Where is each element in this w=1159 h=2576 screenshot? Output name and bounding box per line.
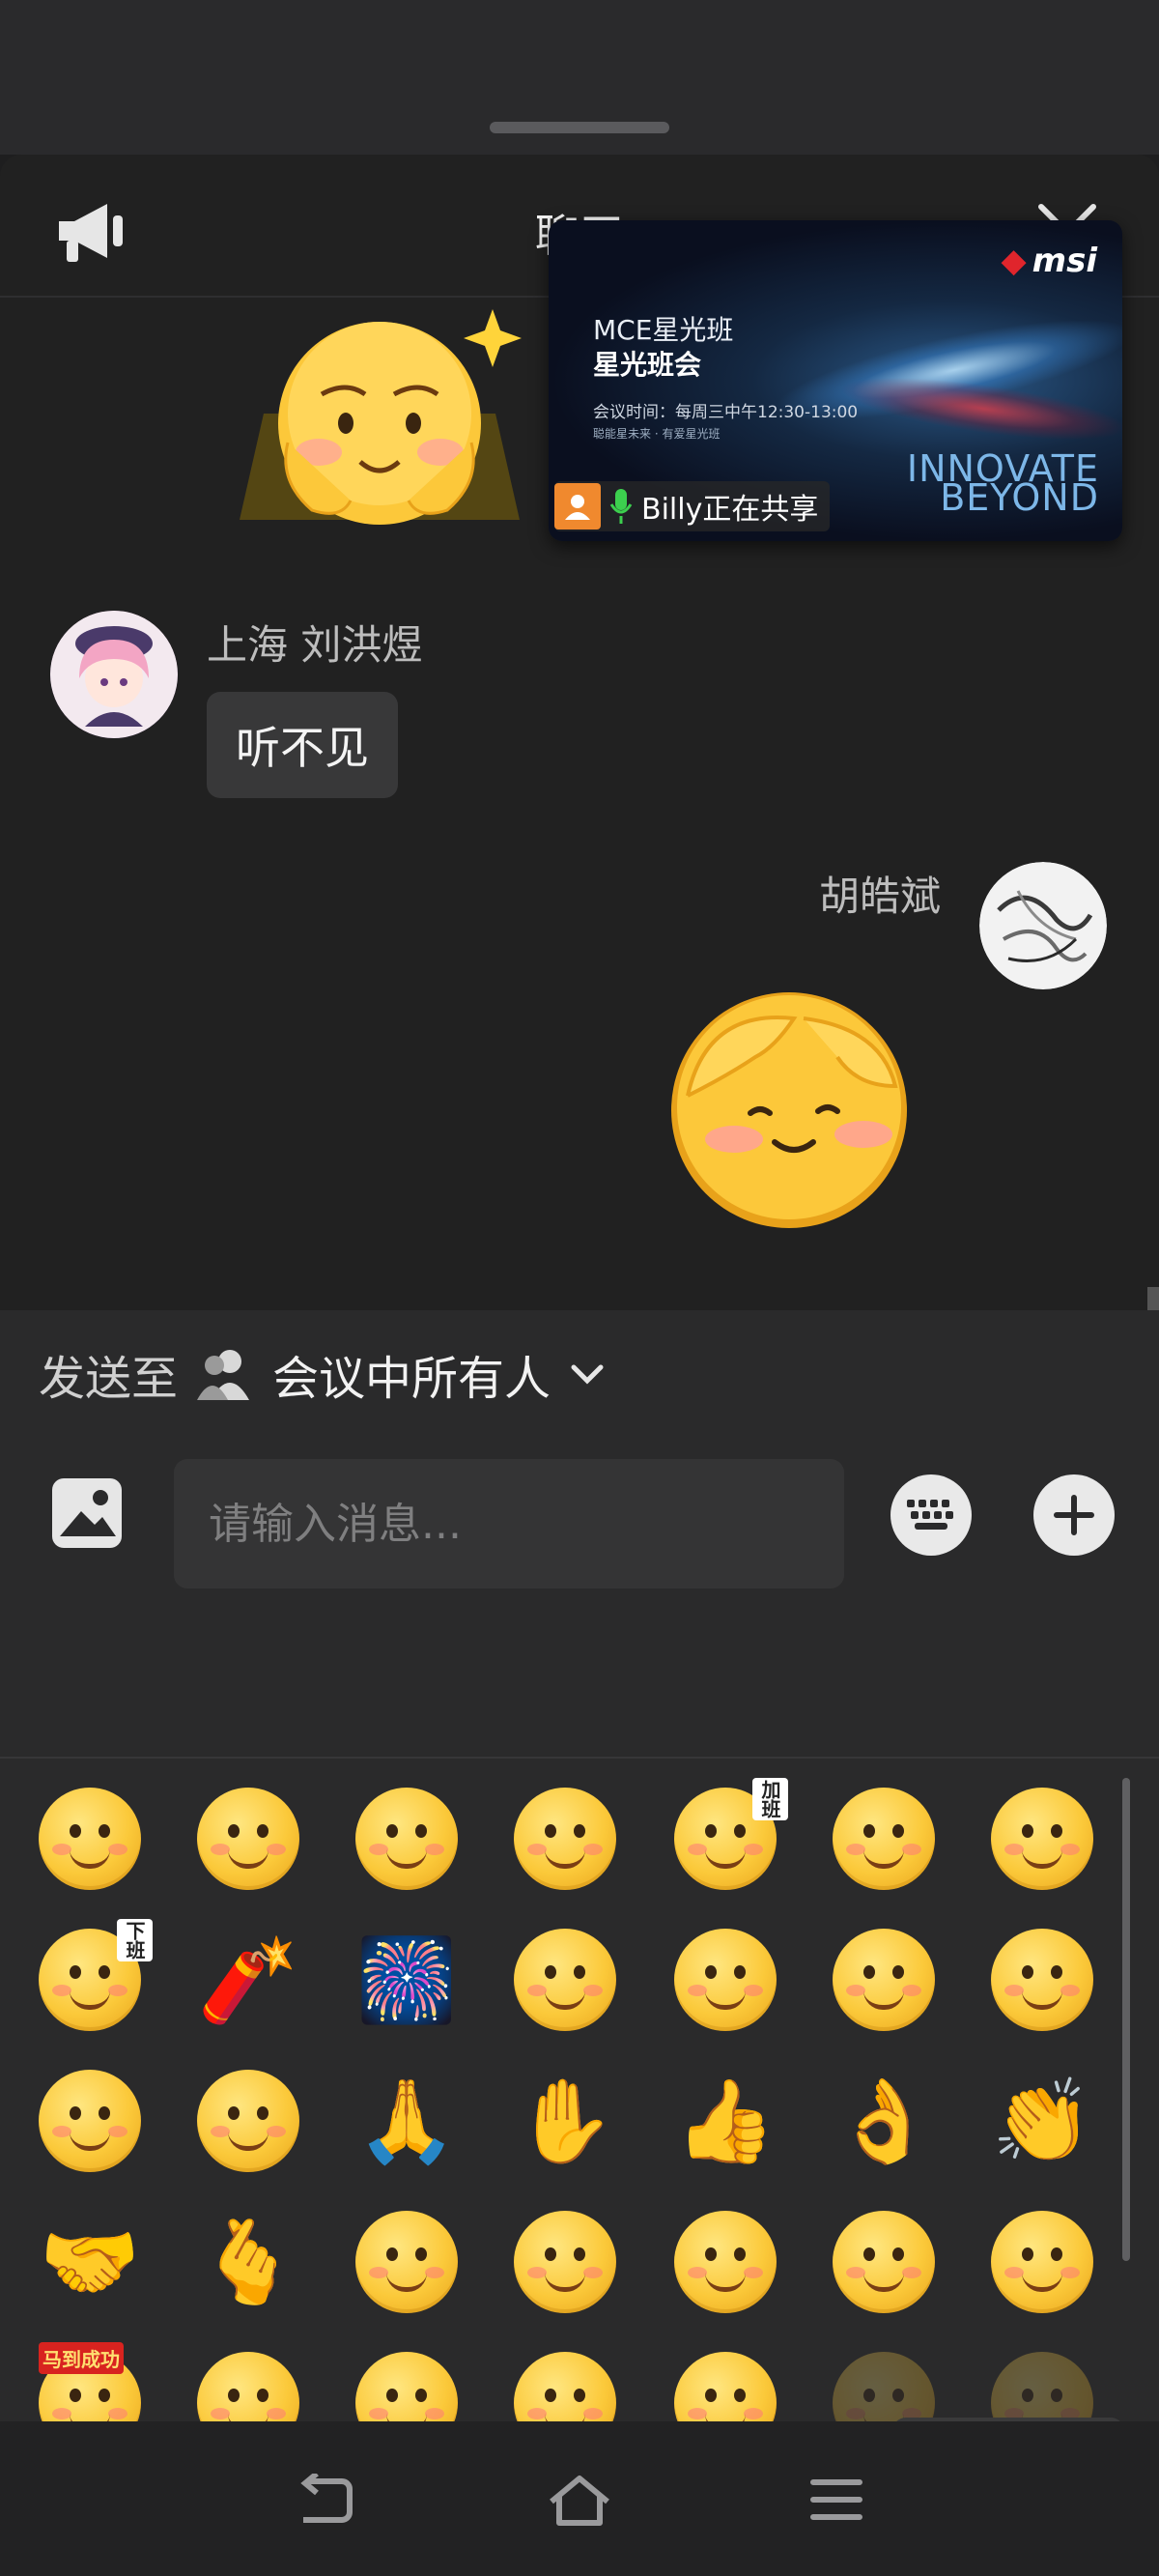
sender-name: 上海 刘洪煜 [207,621,423,669]
emoji-facepalm[interactable] [508,1923,622,2037]
share-line-3: 会议时间：每周三中午12:30-13:00 [593,403,859,422]
emoji-off-work-sign[interactable]: 下班 [33,1919,153,2037]
share-line-2: 星光班会 [593,349,702,381]
emoji-starry-eyes[interactable] [350,2205,464,2319]
message-input[interactable] [174,1459,844,1589]
plus-icon [1054,1495,1094,1535]
keyboard-icon[interactable] [890,1474,972,1556]
emoji-scrollbar[interactable] [1122,1778,1130,2261]
emoji-pleading[interactable] [827,1923,941,2037]
chat-sheet: 聊天 [0,155,1159,2576]
image-picker-icon[interactable] [48,1474,126,1552]
chat-scroll-indicator [1147,1287,1159,1312]
sticker-shy-blush[interactable] [649,980,929,1231]
emoji-overtime-sign[interactable]: 加班 [668,1778,788,1896]
sender-name: 胡皓斌 [819,873,942,920]
home-nav-icon[interactable] [541,2466,618,2533]
emoji-raised-hand[interactable]: ✋ [508,2064,622,2178]
emoji-fortune-god[interactable] [827,2205,941,2319]
emoji-pat-head[interactable] [827,1782,941,1896]
emoji-sign-text: 马到成功 [39,2342,124,2374]
emoji-ok-hand[interactable]: 👌 [827,2064,941,2178]
send-to-selector[interactable]: 发送至 会议中所有人 [39,1345,607,1406]
chevron-down-icon [571,1364,604,1385]
sticker-shy-sparkle [230,298,529,530]
send-to-label: 发送至 [39,1352,179,1406]
emoji-handshake[interactable]: 🤝 [33,2205,147,2319]
emoji-thumbs-up[interactable]: 👍 [668,2064,782,2178]
presenter-status: Billy正在共享 [641,493,819,527]
emoji-wince[interactable] [668,1923,782,2037]
menu-nav-icon[interactable] [798,2466,875,2533]
input-row [0,1436,1159,1619]
share-tagline: INNOVATE BEYOND [906,447,1099,519]
system-nav-bar [0,2421,1159,2576]
send-to-target: 会议中所有人 [272,1352,551,1406]
emoji-tears-of-joy[interactable] [350,1782,464,1896]
emoji-sign-text: 下班 [117,1919,153,1961]
emoji-cover-mouth-laugh[interactable] [191,1782,305,1896]
emoji-note-reading[interactable] [33,2064,147,2178]
share-line-4: 聪能星未来 · 有爱星光班 [593,427,721,441]
emoji-finger-heart[interactable]: 🫰 [191,2205,305,2319]
avatar-sender-2[interactable] [979,862,1107,989]
emoji-koi-fish[interactable] [985,2205,1099,2319]
add-attachment-button[interactable] [1033,1474,1115,1556]
screen-share-preview[interactable]: ◆ msi MCE星光班 星光班会 会议时间：每周三中午12:30-13:00 聪… [549,220,1122,541]
share-line-1: MCE星光班 [593,314,734,346]
emoji-red-envelope[interactable] [985,1923,1099,2037]
sheet-drag-handle[interactable] [490,122,669,133]
emoji-lion-dance[interactable] [508,2205,622,2319]
emoji-sign-text: 加班 [752,1778,788,1820]
avatar-sender-1[interactable] [50,611,178,738]
back-nav-icon[interactable] [284,2466,361,2533]
emoji-sleepy-book[interactable] [985,1782,1099,1896]
emoji-clap[interactable]: 👏 [985,2064,1099,2178]
emoji-unicorn[interactable] [668,2205,782,2319]
emoji-firecracker[interactable]: 🧨 [191,1923,305,2037]
emoji-grin[interactable] [33,1782,147,1896]
presenter-badge: Billy正在共享 [554,481,831,531]
message-bubble[interactable]: 听不见 [207,692,398,798]
emoji-pray[interactable]: 🙏 [350,2064,464,2178]
mic-icon [609,489,633,524]
emoji-shy-sparkle[interactable] [191,2064,305,2178]
presenter-avatar-icon [554,483,601,530]
emoji-sip-drink[interactable] [508,1782,622,1896]
app-root: 聊天 [0,0,1159,2576]
msi-logo: ◆ msi [1001,242,1097,280]
people-icon [197,1350,250,1400]
emoji-fireworks[interactable]: 🎆 [350,1923,464,2037]
